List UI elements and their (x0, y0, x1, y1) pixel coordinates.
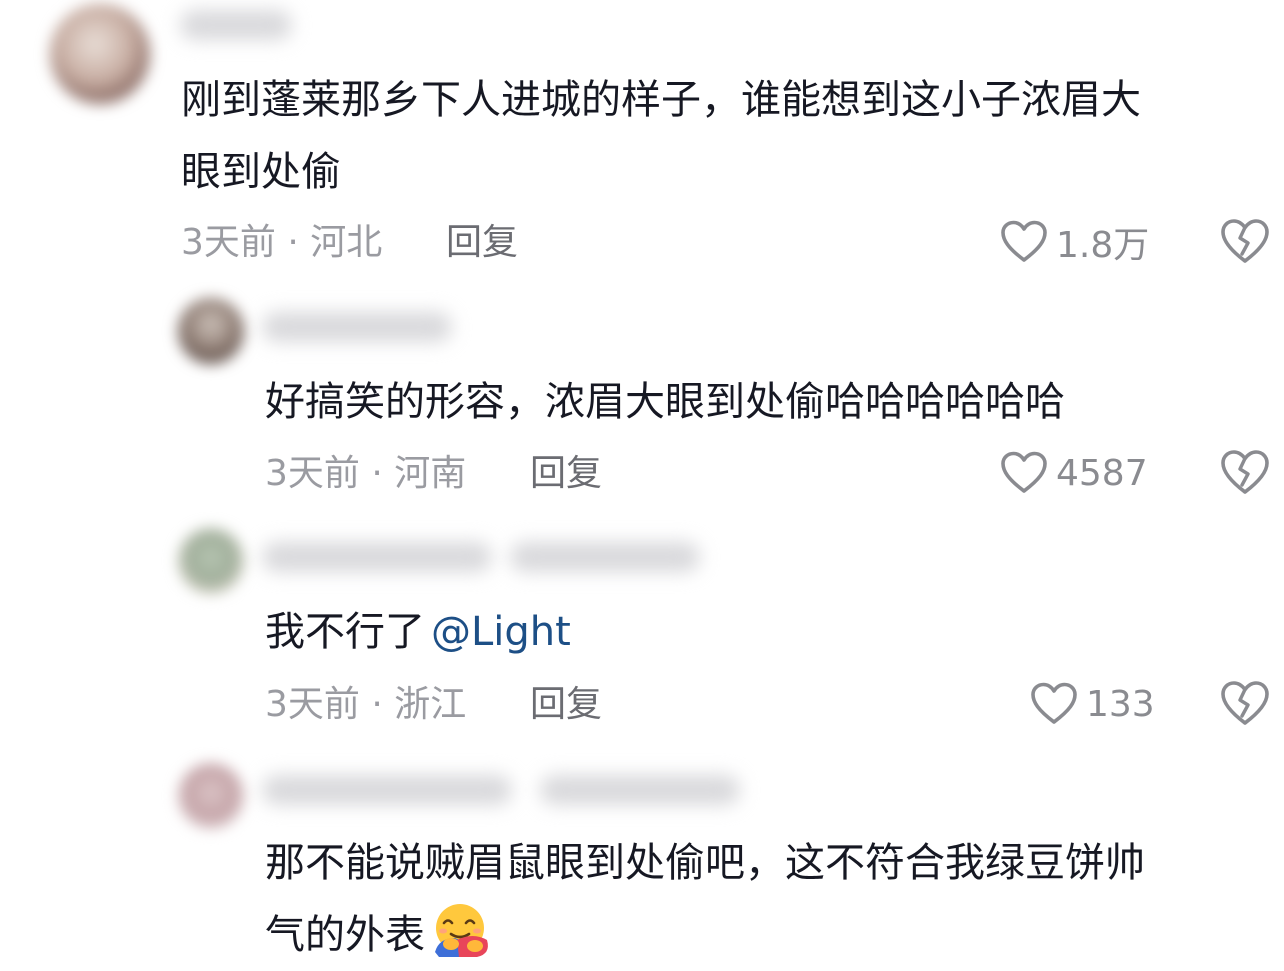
like-button[interactable]: 4587 (1000, 448, 1148, 498)
username-blurred[interactable] (180, 10, 292, 40)
comment-item-4: 那不能说贼眉鼠眼到处偷吧，这不符合我绿豆饼帅 气的外表 (0, 745, 1284, 971)
comment-text: 那不能说贼眉鼠眼到处偷吧，这不符合我绿豆饼帅 气的外表 (265, 827, 1145, 971)
comment-time: 3天前 (181, 222, 276, 263)
comment-time: 3天前 (265, 684, 360, 725)
mention-link[interactable]: @Light (431, 609, 571, 655)
comment-text-line: 气的外表 (265, 899, 1145, 971)
reply-target-blurred[interactable] (540, 775, 740, 805)
username-blurred[interactable] (262, 542, 492, 572)
dislike-button[interactable] (1220, 218, 1270, 268)
heart-outline-icon (1001, 220, 1047, 262)
comment-text: 刚到蓬莱那乡下人进城的样子，谁能想到这小子浓眉大 眼到处偷 (181, 64, 1141, 208)
reply-button[interactable]: 回复 (446, 219, 518, 267)
like-count: 1.8万 (1056, 225, 1150, 266)
comment-text-prefix: 我不行了 (265, 609, 425, 655)
dislike-button[interactable] (1220, 680, 1270, 730)
broken-heart-icon (1221, 681, 1269, 725)
comment-meta: 3天前 · 河南 (265, 450, 466, 498)
comment-text-line: 那不能说贼眉鼠眼到处偷吧，这不符合我绿豆饼帅 (265, 840, 1145, 886)
comment-location: 河北 (310, 222, 383, 263)
comment-meta: 3天前 · 河北 (181, 219, 382, 267)
broken-heart-icon (1221, 450, 1269, 494)
hug-emoji-icon (435, 904, 488, 957)
comment-location: 浙江 (394, 684, 467, 725)
avatar[interactable] (50, 4, 150, 104)
comment-text-line: 刚到蓬莱那乡下人进城的样子，谁能想到这小子浓眉大 (181, 77, 1141, 123)
avatar[interactable] (178, 298, 244, 364)
heart-outline-icon (1031, 682, 1077, 724)
like-button[interactable]: 133 (1030, 679, 1155, 729)
comment-item-3: 我不行了 @Light 3天前 · 浙江 回复 133 (0, 510, 1284, 745)
username-blurred[interactable] (262, 312, 452, 342)
comment-location: 河南 (394, 453, 467, 494)
meta-separator: · (275, 222, 311, 263)
comment-text-line: 眼到处偷 (181, 149, 341, 195)
like-count: 4587 (1056, 452, 1148, 494)
like-count: 133 (1086, 683, 1155, 725)
comment-meta: 3天前 · 浙江 (265, 681, 466, 729)
avatar[interactable] (178, 763, 244, 829)
meta-separator: · (359, 684, 395, 725)
avatar[interactable] (178, 528, 244, 594)
broken-heart-icon (1221, 219, 1269, 263)
comment-text: 我不行了 @Light (265, 596, 571, 668)
reply-button[interactable]: 回复 (530, 681, 602, 729)
like-button[interactable]: 1.8万 (1000, 217, 1149, 267)
username-blurred[interactable] (262, 775, 512, 805)
reply-target-blurred[interactable] (510, 542, 700, 572)
heart-outline-icon (1001, 451, 1047, 493)
comment-item-1: 刚到蓬莱那乡下人进城的样子，谁能想到这小子浓眉大 眼到处偷 3天前 · 河北 回… (0, 0, 1284, 280)
comment-time: 3天前 (265, 453, 360, 494)
dislike-button[interactable] (1220, 449, 1270, 499)
meta-separator: · (359, 453, 395, 494)
comment-text-line-2: 气的外表 (265, 912, 425, 958)
comment-text-line: 好搞笑的形容，浓眉大眼到处偷哈哈哈哈哈哈 (265, 379, 1065, 425)
comment-item-2: 好搞笑的形容，浓眉大眼到处偷哈哈哈哈哈哈 3天前 · 河南 回复 4587 (0, 280, 1284, 510)
reply-button[interactable]: 回复 (530, 450, 602, 498)
comment-text: 好搞笑的形容，浓眉大眼到处偷哈哈哈哈哈哈 (265, 366, 1065, 438)
